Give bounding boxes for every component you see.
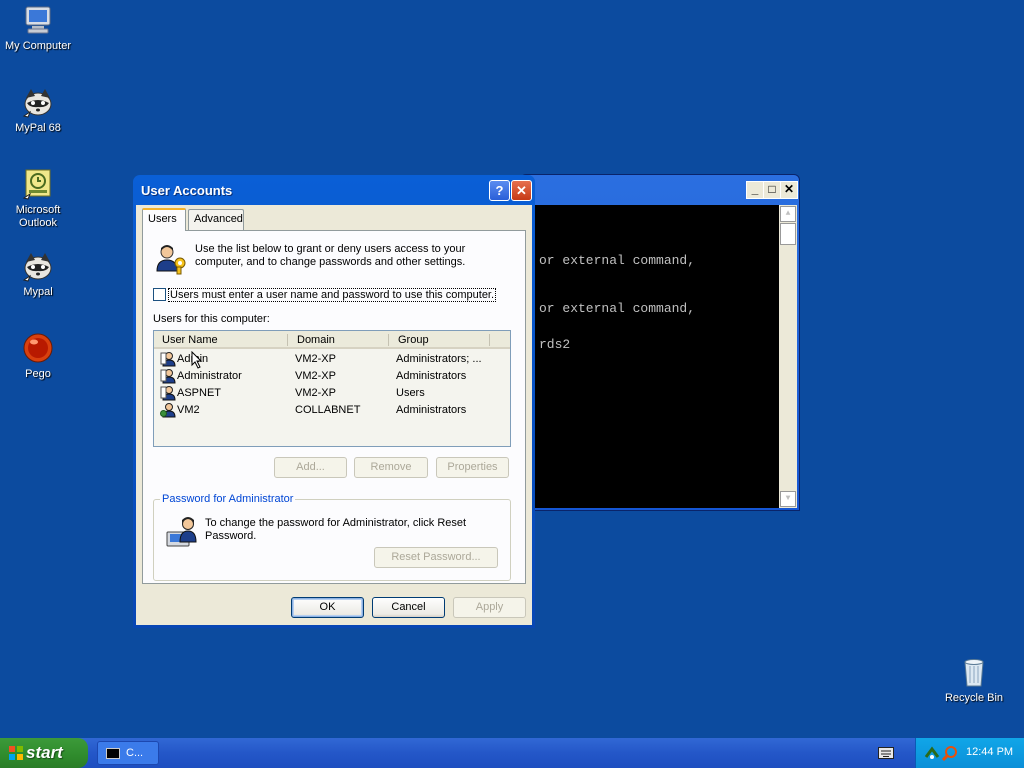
column-header-group[interactable]: Group bbox=[398, 334, 429, 346]
column-header-domain[interactable]: Domain bbox=[297, 334, 335, 346]
help-icon: ? bbox=[495, 183, 504, 198]
console-window[interactable]: _ □ ✕ or external command, or external c… bbox=[520, 174, 800, 511]
raccoon-icon bbox=[22, 86, 54, 118]
desktop-icon-microsoft-outlook[interactable]: Microsoft Outlook bbox=[0, 168, 76, 230]
password-group-title: Password for Administrator bbox=[160, 493, 296, 505]
console-icon bbox=[106, 748, 120, 759]
domain-user-icon bbox=[160, 402, 176, 418]
taskbar-item-console[interactable]: C... bbox=[97, 741, 159, 765]
user-icon bbox=[160, 385, 176, 401]
desktop-icon-my-computer[interactable]: My Computer bbox=[0, 4, 76, 53]
cell-domain: VM2-XP bbox=[295, 370, 336, 382]
minimize-button[interactable]: _ bbox=[746, 181, 764, 199]
apply-button[interactable]: Apply bbox=[453, 597, 526, 618]
computer-icon bbox=[22, 4, 54, 36]
close-icon: ✕ bbox=[783, 182, 795, 196]
properties-button[interactable]: Properties bbox=[436, 457, 509, 478]
console-line: or external command, bbox=[539, 301, 696, 316]
start-button[interactable]: start bbox=[0, 738, 88, 768]
taskbar: start C... 12:44 PM bbox=[0, 738, 1024, 768]
table-row[interactable]: ASPNET VM2-XP Users bbox=[158, 385, 508, 402]
taskbar-item-label: C... bbox=[126, 747, 144, 759]
outlook-icon bbox=[22, 168, 54, 200]
ok-button[interactable]: OK bbox=[291, 597, 364, 618]
remove-button[interactable]: Remove bbox=[354, 457, 428, 478]
password-text: To change the password for Administrator… bbox=[205, 517, 467, 542]
tab-advanced[interactable]: Advanced bbox=[188, 209, 244, 230]
close-button[interactable]: ✕ bbox=[780, 181, 798, 199]
desktop: My Computer MyPal 68 Microsoft Outlook M… bbox=[0, 0, 1024, 738]
users-list[interactable]: User Name Domain Group Admin VM2-XP Admi… bbox=[153, 330, 511, 447]
cell-group: Administrators; ... bbox=[396, 353, 482, 365]
console-titlebar[interactable]: _ □ ✕ bbox=[521, 175, 799, 205]
column-divider[interactable] bbox=[489, 334, 490, 346]
add-button[interactable]: Add... bbox=[274, 457, 347, 478]
scroll-thumb[interactable] bbox=[780, 223, 796, 245]
table-row[interactable]: Admin VM2-XP Administrators; ... bbox=[158, 351, 508, 368]
cancel-button[interactable]: Cancel bbox=[372, 597, 445, 618]
table-row[interactable]: Administrator VM2-XP Administrators bbox=[158, 368, 508, 385]
cell-user-name: ASPNET bbox=[177, 387, 222, 399]
desktop-icon-recycle-bin[interactable]: Recycle Bin bbox=[936, 656, 1012, 705]
cell-domain: VM2-XP bbox=[295, 387, 336, 399]
minimize-icon: _ bbox=[751, 182, 759, 196]
intro-text: Use the list below to grant or deny user… bbox=[195, 243, 466, 268]
console-line: rds2 bbox=[539, 337, 571, 352]
column-divider[interactable] bbox=[388, 334, 389, 346]
desktop-icon-mypal[interactable]: Mypal bbox=[0, 250, 76, 299]
users-keys-icon bbox=[155, 243, 189, 275]
column-header-user-name[interactable]: User Name bbox=[162, 334, 218, 346]
console-line: or external command, bbox=[539, 253, 696, 268]
close-icon: ✕ bbox=[516, 183, 527, 198]
help-button[interactable]: ? bbox=[489, 180, 510, 201]
list-header: User Name Domain Group bbox=[154, 331, 510, 349]
table-row[interactable]: VM2 COLLABNET Administrators bbox=[158, 402, 508, 419]
require-login-checkbox[interactable] bbox=[153, 288, 166, 301]
reset-password-button[interactable]: Reset Password... bbox=[374, 547, 498, 568]
desktop-icon-pego[interactable]: Pego bbox=[0, 332, 76, 381]
user-computer-icon bbox=[166, 516, 200, 548]
system-tray: 12:44 PM bbox=[915, 738, 1024, 768]
tab-users[interactable]: Users bbox=[142, 208, 186, 231]
cell-group: Users bbox=[396, 387, 425, 399]
cell-user-name: Administrator bbox=[177, 370, 242, 382]
start-label: start bbox=[26, 743, 63, 762]
red-ball-icon bbox=[22, 332, 54, 364]
password-groupbox: Password for Administrator To change the… bbox=[153, 493, 511, 581]
dialog-titlebar[interactable]: User Accounts ? ✕ bbox=[136, 175, 532, 205]
dialog-client: Users Advanced Use the list below to gra… bbox=[136, 205, 532, 625]
vertical-scrollbar[interactable]: ▲ ▼ bbox=[779, 205, 797, 508]
keyboard-icon[interactable] bbox=[878, 747, 894, 759]
cell-group: Administrators bbox=[396, 370, 467, 382]
windows-flag-icon bbox=[9, 746, 23, 760]
scroll-up-button[interactable]: ▲ bbox=[780, 206, 796, 222]
arrow-down-icon: ▼ bbox=[785, 494, 791, 503]
cursor-icon bbox=[191, 351, 203, 369]
user-accounts-dialog[interactable]: User Accounts ? ✕ Users Advanced Use the… bbox=[133, 175, 535, 628]
search-tray-icon[interactable] bbox=[942, 745, 958, 761]
cell-group: Administrators bbox=[396, 404, 467, 416]
maximize-button[interactable]: □ bbox=[763, 181, 781, 199]
users-list-label: Users for this computer: bbox=[153, 313, 270, 325]
require-login-label[interactable]: Users must enter a user name and passwor… bbox=[168, 288, 497, 302]
cell-domain: VM2-XP bbox=[295, 353, 336, 365]
users-tab-page: Use the list below to grant or deny user… bbox=[142, 230, 526, 584]
network-tray-icon[interactable] bbox=[924, 745, 940, 761]
maximize-icon: □ bbox=[768, 182, 776, 196]
console-output[interactable]: or external command, or external command… bbox=[525, 205, 797, 508]
clock[interactable]: 12:44 PM bbox=[966, 746, 1013, 758]
desktop-icon-mypal-68[interactable]: MyPal 68 bbox=[0, 86, 76, 135]
dialog-title: User Accounts bbox=[141, 183, 233, 198]
user-icon bbox=[160, 368, 176, 384]
scroll-down-button[interactable]: ▼ bbox=[780, 491, 796, 507]
recycle-bin-icon bbox=[958, 656, 990, 688]
column-divider[interactable] bbox=[287, 334, 288, 346]
cell-domain: COLLABNET bbox=[295, 404, 361, 416]
close-button[interactable]: ✕ bbox=[511, 180, 532, 201]
arrow-up-icon: ▲ bbox=[785, 209, 791, 218]
raccoon-icon bbox=[22, 250, 54, 282]
user-icon bbox=[160, 351, 176, 367]
cell-user-name: VM2 bbox=[177, 404, 200, 416]
